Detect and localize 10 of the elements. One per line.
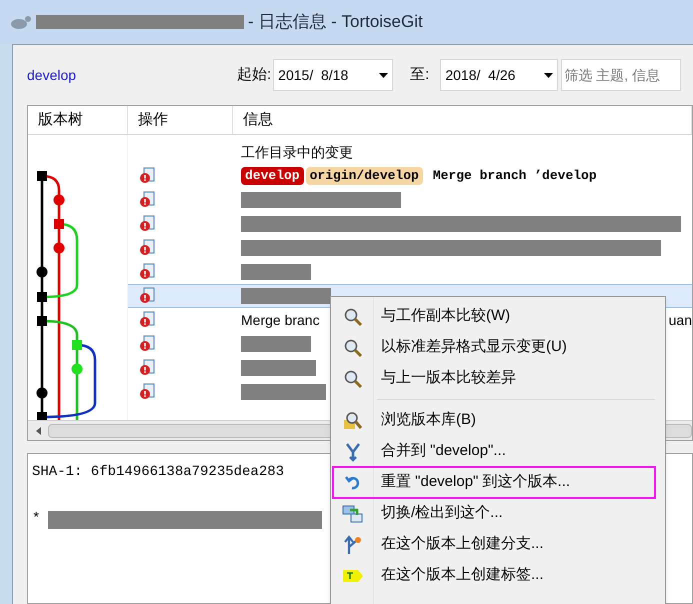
bullet-mark: * <box>32 510 40 529</box>
window-title: - 日志信息 - TortoiseGit <box>248 11 423 34</box>
end-date-label: 至: <box>410 64 430 85</box>
commit-message: Merge branc <box>241 310 320 330</box>
commit-sha: SHA-1: 6fb14966138a79235dea283 <box>32 463 284 482</box>
commit-message: Merge branch ’develop <box>432 167 597 186</box>
start-date-label: 起始: <box>237 64 272 85</box>
remote-branch-tag: origin/develop <box>306 167 423 185</box>
commit-message-fragment: uan <box>668 310 692 330</box>
local-branch-tag: develop <box>241 167 304 185</box>
